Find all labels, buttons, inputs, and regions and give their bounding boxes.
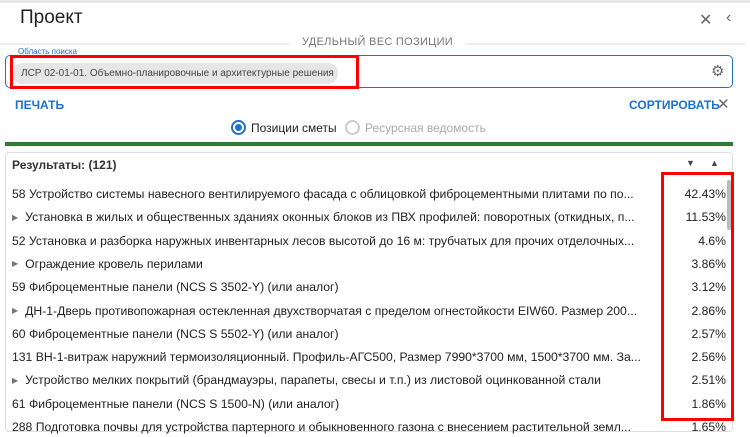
search-chip[interactable]: ЛСР 02-01-01. Объемно-планировочные и ар… bbox=[12, 63, 338, 84]
item-text: ДН-1-Дверь противопожарная остекленная д… bbox=[25, 303, 637, 318]
item-percent: 4.6% bbox=[698, 233, 726, 248]
item-text: 288 Подготовка почвы для устройства парт… bbox=[12, 420, 631, 434]
search-label: Область поиска bbox=[18, 47, 77, 54]
item-percent: 3.86% bbox=[691, 256, 726, 271]
item-text: 58 Устройство системы навесного вентилир… bbox=[12, 187, 634, 201]
item-percent: 2.57% bbox=[691, 326, 726, 341]
progress-bar bbox=[5, 142, 733, 146]
top-border bbox=[0, 0, 750, 3]
section-label: УДЕЛЬНЫЙ ВЕС ПОЗИЦИИ bbox=[290, 36, 465, 48]
expand-icon[interactable]: ▶ bbox=[12, 376, 18, 385]
item-text: 61 Фиброцементные панели (NCS S 1500-N) … bbox=[12, 396, 340, 411]
radio-estimate-positions[interactable]: Позиции сметы bbox=[231, 120, 337, 135]
page-title: Проект bbox=[20, 7, 83, 28]
results-header: Результаты: (121) bbox=[12, 158, 117, 172]
item-text: Устройство мелких покрытий (брандмауэры,… bbox=[25, 373, 601, 388]
print-button[interactable]: ПЕЧАТЬ bbox=[15, 98, 64, 112]
item-text: Установка в жилых и общественных зданиях… bbox=[25, 210, 635, 225]
item-text: 59 Фиброцементные панели (NCS S 3502-Y) … bbox=[12, 280, 339, 295]
item-percent: 11.53% bbox=[685, 210, 726, 225]
item-text: 52 Установка и разборка наружных инвента… bbox=[12, 233, 635, 248]
list-item[interactable]: 52 Установка и разборка наружных инвента… bbox=[12, 231, 726, 251]
item-percent: 2.86% bbox=[691, 303, 726, 318]
item-percent: 3.12% bbox=[691, 280, 726, 295]
scrollbar[interactable] bbox=[727, 180, 731, 230]
close-icon[interactable]: ✕ bbox=[699, 10, 712, 30]
list-item[interactable]: 288 Подготовка почвы для устройства парт… bbox=[12, 417, 726, 437]
sort-button[interactable]: СОРТИРОВАТЬ bbox=[629, 98, 720, 112]
list-item[interactable]: 131 ВН-1-витраж наружний термоизоляционн… bbox=[12, 347, 726, 367]
expand-icon[interactable]: ▶ bbox=[12, 306, 18, 315]
item-text: Ограждение кровель перилами bbox=[25, 256, 203, 271]
clear-sort-icon[interactable]: ✕ bbox=[717, 95, 730, 113]
item-text: 60 Фиброцементные панели (NCS S 5502-Y) … bbox=[12, 326, 339, 341]
list-item[interactable]: ▶ Устройство мелких покрытий (брандмауэры… bbox=[12, 370, 726, 390]
radio-unchecked-icon bbox=[345, 120, 360, 135]
list-item[interactable]: ▶ Ограждение кровель перилами 3.86% bbox=[12, 254, 726, 274]
radio-checked-icon bbox=[231, 120, 246, 135]
expand-icon[interactable]: ▶ bbox=[12, 259, 18, 268]
list-item[interactable]: ▶ Установка в жилых и общественных здания… bbox=[12, 207, 726, 227]
item-percent: 1.86% bbox=[691, 396, 726, 411]
sort-desc-icon[interactable]: ▼ bbox=[686, 158, 695, 168]
item-text: 131 ВН-1-витраж наружний термоизоляционн… bbox=[12, 350, 641, 365]
item-percent: 1.65% bbox=[691, 420, 726, 434]
radio-label: Ресурсная ведомость bbox=[365, 120, 486, 135]
list-item[interactable]: 59 Фиброцементные панели (NCS S 3502-Y) … bbox=[12, 277, 726, 297]
list-item[interactable]: 61 Фиброцементные панели (NCS S 1500-N) … bbox=[12, 394, 726, 414]
expand-icon[interactable]: ▶ bbox=[12, 213, 18, 222]
chevron-left-icon[interactable]: ‹ bbox=[726, 9, 731, 27]
list-item[interactable]: 58 Устройство системы навесного вентилир… bbox=[12, 184, 726, 204]
radio-label: Позиции сметы bbox=[251, 120, 337, 135]
item-percent: 2.51% bbox=[691, 373, 726, 388]
gear-icon[interactable]: ⚙ bbox=[711, 62, 724, 80]
sort-asc-icon[interactable]: ▲ bbox=[710, 158, 719, 168]
list-item[interactable]: ▶ ДН-1-Дверь противопожарная остекленная … bbox=[12, 301, 726, 321]
list-item[interactable]: 60 Фиброцементные панели (NCS S 5502-Y) … bbox=[12, 324, 726, 344]
item-percent: 2.56% bbox=[691, 350, 726, 365]
item-percent: 42.43% bbox=[684, 187, 726, 201]
radio-resource-sheet[interactable]: Ресурсная ведомость bbox=[345, 120, 486, 135]
